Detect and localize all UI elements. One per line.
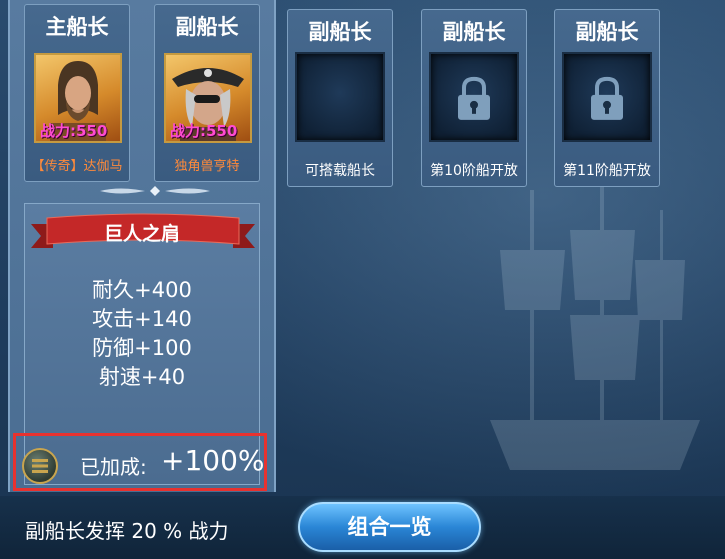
slot-title: 副船长 [175, 15, 239, 39]
captain-slot-vice-3[interactable]: 副船长 第10阶船开放 [421, 9, 527, 187]
stat-attack: 攻击+140 [92, 307, 192, 331]
slot-caption: 第11阶船开放 [563, 163, 651, 179]
captain-slot-main[interactable]: 主船长 战力:550 【传奇】达伽马 [24, 4, 130, 182]
lock-icon [458, 76, 490, 120]
slot-caption: 第10阶船开放 [430, 163, 518, 179]
vice-captain-power-text: 副船长发挥 20 % 战力 [25, 519, 229, 543]
ornament-divider [100, 186, 210, 196]
stat-defense: 防御+100 [92, 336, 192, 360]
captain-portrait[interactable]: 战力:550 [34, 53, 122, 143]
coin-icon [22, 448, 58, 484]
bottom-bar: 副船长发挥 20 % 战力 组合一览 [0, 496, 725, 559]
stat-durability: 耐久+400 [92, 278, 192, 302]
power-label: 战力:550 [170, 122, 238, 140]
power-label: 战力:550 [40, 122, 108, 140]
skill-stats: 耐久+400 攻击+140 防御+100 射速+40 [25, 276, 259, 392]
captain-slot-vice-2[interactable]: 副船长 可搭载船长 [287, 9, 393, 187]
slot-title: 主船长 [45, 15, 109, 39]
skill-name: 巨人之肩 [103, 223, 180, 245]
lock-icon [591, 76, 623, 120]
captain-portrait[interactable]: 战力:550 [164, 53, 252, 143]
captain-name: 【传奇】达伽马 [31, 159, 123, 174]
slot-title: 副船长 [442, 20, 506, 44]
captain-slot-vice-1[interactable]: 副船长 战力:550 独角兽亨特 [154, 4, 260, 182]
captain-name: 独角兽亨特 [174, 159, 240, 174]
locked-slot-frame[interactable] [429, 52, 519, 142]
bonus-label: 已加成: [80, 455, 147, 479]
combo-overview-button[interactable]: 组合一览 [298, 502, 481, 552]
ship-silhouette [490, 170, 700, 470]
stat-fire-rate: 射速+40 [98, 365, 186, 389]
captain-slot-vice-4[interactable]: 副船长 第11阶船开放 [554, 9, 660, 187]
slot-title: 副船长 [575, 20, 639, 44]
bonus-highlight: 已加成: +100% [13, 433, 267, 491]
slot-title: 副船长 [308, 20, 372, 44]
bonus-value: +100% [161, 444, 265, 477]
locked-slot-frame[interactable] [562, 52, 652, 142]
slot-caption: 可搭载船长 [305, 163, 375, 179]
empty-slot-frame[interactable] [295, 52, 385, 142]
